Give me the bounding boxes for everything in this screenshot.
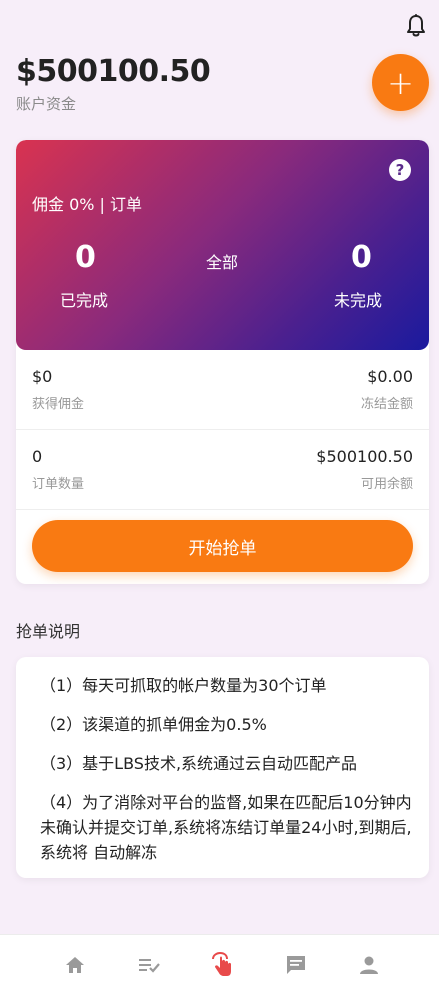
bottom-tab-bar: [0, 934, 439, 992]
add-button[interactable]: +: [372, 54, 429, 111]
completed-count: 0: [75, 240, 96, 275]
frozen-amount-value: $0.00: [367, 367, 413, 386]
account-balance: $500100.50: [16, 54, 211, 89]
messages-icon[interactable]: [284, 953, 308, 977]
frozen-amount-label: 冻结金额: [360, 397, 413, 412]
orders-list-icon[interactable]: [137, 953, 161, 977]
pending-label[interactable]: 未完成: [334, 287, 382, 311]
home-icon[interactable]: [63, 953, 87, 977]
pending-count: 0: [351, 240, 372, 275]
help-icon[interactable]: ?: [389, 159, 411, 181]
start-grab-order-button[interactable]: 开始抢单: [32, 520, 413, 572]
stats-row-commission: $0 获得佣金 $0.00 冻结金额: [16, 350, 429, 430]
earned-commission-label: 获得佣金: [32, 397, 85, 412]
account-balance-label: 账户资金: [16, 95, 77, 113]
all-orders-label[interactable]: 全部: [206, 249, 238, 273]
stats-row-orders: 0 订单数量 $500100.50 可用余额: [16, 430, 429, 510]
rule-item: （1）每天可抓取的帐户数量为30个订单: [40, 676, 327, 695]
rule-item: （2）该渠道的抓单佣金为0.5%: [40, 715, 267, 734]
grab-order-icon[interactable]: [209, 951, 235, 977]
bell-icon[interactable]: [404, 13, 428, 39]
order-count-value: 0: [32, 447, 43, 466]
order-stats-banner: ? 佣金 0% | 订单 0 全部 0 已完成 未完成: [16, 140, 429, 350]
available-balance-label: 可用余额: [360, 477, 413, 492]
rules-card: （1）每天可抓取的帐户数量为30个订单 （2）该渠道的抓单佣金为0.5% （3）…: [16, 657, 429, 878]
available-balance-value: $500100.50: [316, 447, 413, 466]
profile-icon[interactable]: [357, 953, 381, 977]
completed-label[interactable]: 已完成: [60, 287, 108, 311]
rule-item: （4）为了消除对平台的监督,如果在匹配后10分钟内未确认并提交订单,系统将冻结订…: [40, 793, 412, 862]
earned-commission-value: $0: [32, 367, 53, 386]
commission-rate: 佣金 0% | 订单: [32, 195, 143, 214]
rule-item: （3）基于LBS技术,系统通过云自动匹配产品: [40, 754, 358, 773]
order-summary-card: ? 佣金 0% | 订单 0 全部 0 已完成 未完成 $0 获得佣金 $0.0…: [16, 140, 429, 584]
order-count-label: 订单数量: [32, 477, 85, 492]
rules-title: 抢单说明: [16, 622, 81, 641]
